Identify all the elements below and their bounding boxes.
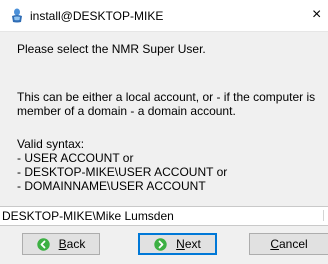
dropdown-edge[interactable] bbox=[323, 210, 327, 221]
super-user-combobox[interactable]: DESKTOP-MIKE\Mike Lumsden bbox=[0, 206, 328, 226]
syntax-line: - DOMAINNAME\USER ACCOUNT bbox=[17, 179, 206, 193]
installer-dialog: install@DESKTOP-MIKE × Please select the… bbox=[0, 0, 328, 264]
syntax-line: - USER ACCOUNT or bbox=[17, 151, 134, 165]
valid-syntax-label: Valid syntax: bbox=[17, 137, 85, 151]
next-button-label: Next bbox=[176, 237, 201, 251]
title-bar[interactable]: install@DESKTOP-MIKE × bbox=[0, 0, 328, 32]
description-line-1: This can be either a local account, or -… bbox=[17, 90, 316, 104]
close-button[interactable]: × bbox=[312, 3, 328, 27]
prompt-text: Please select the NMR Super User. bbox=[17, 42, 206, 56]
green-left-arrow-icon bbox=[36, 237, 50, 251]
next-button[interactable]: Next bbox=[138, 233, 217, 255]
super-user-value[interactable]: DESKTOP-MIKE\Mike Lumsden bbox=[2, 209, 174, 223]
syntax-line: - DESKTOP-MIKE\USER ACCOUNT or bbox=[17, 165, 228, 179]
window-title: install@DESKTOP-MIKE bbox=[30, 9, 164, 23]
app-installer-icon bbox=[10, 8, 24, 23]
description-line-2: member of a domain - a domain account. bbox=[17, 104, 236, 118]
cancel-button-label: Cancel bbox=[270, 237, 308, 251]
green-right-arrow-icon bbox=[154, 237, 167, 251]
back-button[interactable]: Back bbox=[22, 233, 100, 255]
back-button-label: Back bbox=[58, 237, 86, 251]
cancel-button[interactable]: Cancel bbox=[249, 233, 328, 255]
